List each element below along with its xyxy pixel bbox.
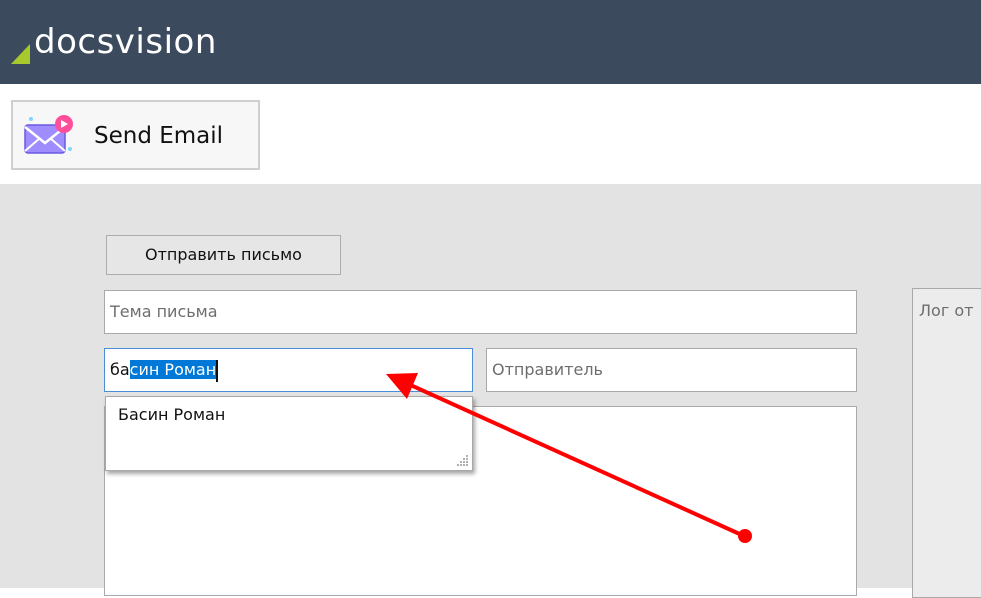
app-logo-text: docsvision	[34, 22, 217, 62]
sender-input[interactable]: Отправитель	[486, 348, 857, 392]
resize-grip-icon[interactable]	[455, 453, 469, 467]
recipient-typed-text: ба	[110, 360, 130, 379]
recipient-input[interactable]: басин Роман	[104, 348, 473, 392]
send-letter-button[interactable]: Отправить письмо	[106, 235, 341, 275]
envelope-notification-icon	[24, 115, 73, 154]
send-email-button[interactable]: Send Email	[11, 100, 260, 170]
text-caret	[216, 359, 219, 382]
recipient-selected-text: син Роман	[129, 360, 217, 379]
app-header: docsvision	[0, 0, 981, 84]
autocomplete-dropdown: Басин Роман	[105, 396, 473, 471]
send-log-panel: Лог от	[912, 288, 981, 598]
send-email-label: Send Email	[94, 123, 224, 149]
logo-mark-icon	[11, 44, 30, 64]
autocomplete-option[interactable]: Басин Роман	[118, 405, 225, 424]
subject-input[interactable]: Тема письма	[104, 290, 857, 334]
log-label: Лог от	[919, 301, 974, 320]
